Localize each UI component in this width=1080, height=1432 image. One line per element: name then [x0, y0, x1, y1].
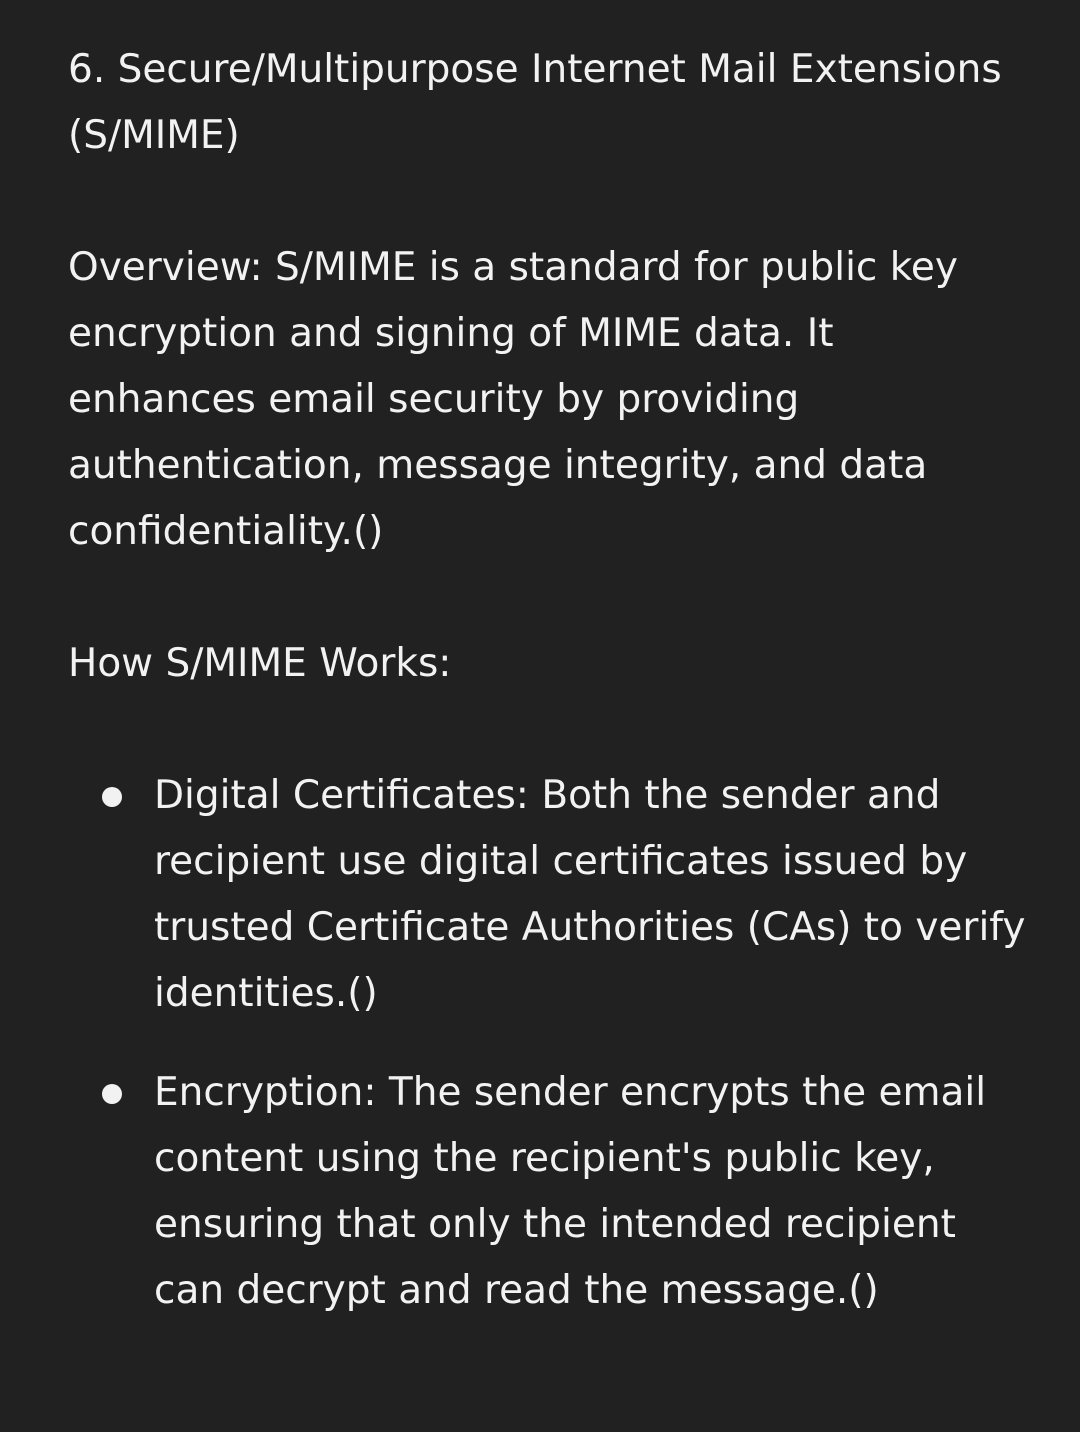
bullet-dot-icon: [102, 787, 122, 807]
list-item-text: Digital Certificates: Both the sender an…: [154, 773, 1026, 1016]
list-item: Digital Certificates: Both the sender an…: [68, 763, 1028, 1027]
bullet-dot-icon: [102, 1084, 122, 1104]
list-item-text: Encryption: The sender encrypts the emai…: [154, 1070, 987, 1313]
bullet-list: Digital Certificates: Both the sender an…: [68, 763, 1028, 1324]
overview-paragraph: Overview: S/MIME is a standard for publi…: [68, 245, 959, 554]
subsection-heading: How S/MIME Works:: [68, 641, 452, 686]
article-body: 6. Secure/Multipurpose Internet Mail Ext…: [68, 37, 1028, 1357]
list-item: Encryption: The sender encrypts the emai…: [68, 1060, 1028, 1324]
section-heading: 6. Secure/Multipurpose Internet Mail Ext…: [68, 47, 1002, 158]
